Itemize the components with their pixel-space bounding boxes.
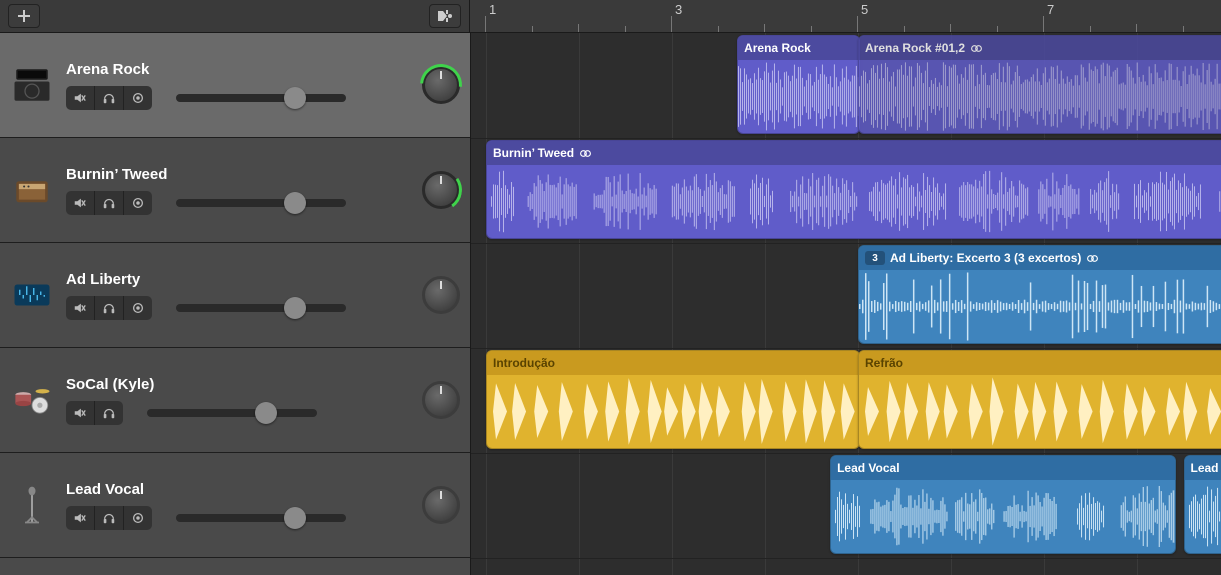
mute-button[interactable] bbox=[66, 296, 95, 320]
mute-button[interactable] bbox=[66, 86, 95, 110]
timeline-ruler[interactable]: 1 3 5 7 bbox=[470, 0, 1221, 32]
volume-slider[interactable] bbox=[176, 192, 346, 214]
headphones-button[interactable] bbox=[95, 506, 124, 530]
drums-icon bbox=[8, 376, 56, 424]
region-label: Lead bbox=[1191, 461, 1219, 475]
input-button[interactable] bbox=[124, 86, 152, 110]
timeline-area[interactable]: Arena Rock Arena Rock #01,2 Burnin’ Tweed 3… bbox=[471, 33, 1221, 575]
audio-region[interactable]: Introdução bbox=[486, 350, 860, 449]
ruler-bar-5: 5 bbox=[861, 2, 868, 17]
waveform bbox=[859, 270, 1221, 343]
audio-region[interactable]: 3 Ad Liberty: Excerto 3 (3 excertos) bbox=[858, 245, 1221, 344]
mic-icon bbox=[8, 481, 56, 529]
headphones-button[interactable] bbox=[95, 191, 124, 215]
tracks-panel: Arena Rock Burnin’ Tweed Ad Liberty SoCal (… bbox=[0, 33, 471, 575]
track-name[interactable]: Ad Liberty bbox=[66, 271, 412, 288]
mute-button[interactable] bbox=[66, 506, 95, 530]
audio-region[interactable]: Lead Vocal bbox=[830, 455, 1176, 554]
track-header[interactable]: Arena Rock bbox=[0, 33, 470, 138]
region-label: Arena Rock #01,2 bbox=[865, 41, 965, 55]
track-header[interactable]: SoCal (Kyle) bbox=[0, 348, 470, 453]
volume-slider[interactable] bbox=[176, 507, 346, 529]
waveform bbox=[738, 60, 859, 133]
headphones-button[interactable] bbox=[95, 296, 124, 320]
volume-slider[interactable] bbox=[176, 297, 346, 319]
ruler-bar-3: 3 bbox=[675, 2, 682, 17]
amp-small-icon bbox=[8, 166, 56, 214]
pan-knob[interactable] bbox=[422, 276, 460, 314]
track-name[interactable]: SoCal (Kyle) bbox=[66, 376, 412, 393]
track-name[interactable]: Lead Vocal bbox=[66, 481, 412, 498]
amp-large-icon bbox=[8, 61, 56, 109]
track-name[interactable]: Burnin’ Tweed bbox=[66, 166, 412, 183]
loop-icon bbox=[579, 147, 592, 160]
headphones-button[interactable] bbox=[95, 401, 123, 425]
region-label: Burnin’ Tweed bbox=[493, 146, 574, 160]
waveform bbox=[487, 375, 859, 448]
mute-button[interactable] bbox=[66, 191, 95, 215]
waveform bbox=[859, 375, 1221, 448]
pan-knob[interactable] bbox=[422, 66, 460, 104]
track-header[interactable]: Ad Liberty bbox=[0, 243, 470, 348]
volume-slider[interactable] bbox=[147, 402, 317, 424]
pan-knob[interactable] bbox=[422, 171, 460, 209]
waveform bbox=[487, 165, 1221, 238]
region-take-badge: 3 bbox=[865, 251, 885, 265]
region-label: Arena Rock bbox=[744, 41, 811, 55]
track-name[interactable]: Arena Rock bbox=[66, 61, 412, 78]
waveform bbox=[831, 480, 1175, 553]
audio-region[interactable]: Refrão bbox=[858, 350, 1221, 449]
ruler-bar-1: 1 bbox=[489, 2, 496, 17]
input-button[interactable] bbox=[124, 191, 152, 215]
waveform bbox=[859, 60, 1221, 133]
audio-region[interactable]: Lead bbox=[1184, 455, 1221, 554]
track-header[interactable]: Lead Vocal bbox=[0, 453, 470, 558]
waveform bbox=[1185, 480, 1221, 553]
mute-button[interactable] bbox=[66, 401, 95, 425]
volume-slider[interactable] bbox=[176, 87, 346, 109]
add-track-button[interactable] bbox=[8, 4, 40, 28]
library-filter-button[interactable] bbox=[429, 4, 461, 28]
loop-icon bbox=[970, 42, 983, 55]
audio-region[interactable]: Arena Rock #01,2 bbox=[858, 35, 1221, 134]
region-label: Ad Liberty: Excerto 3 (3 excertos) bbox=[890, 251, 1081, 265]
track-header[interactable]: Burnin’ Tweed bbox=[0, 138, 470, 243]
input-button[interactable] bbox=[124, 296, 152, 320]
audio-region[interactable]: Arena Rock bbox=[737, 35, 860, 134]
loop-icon bbox=[1086, 252, 1099, 265]
wave-icon bbox=[8, 271, 56, 319]
pan-knob[interactable] bbox=[422, 381, 460, 419]
region-label: Lead Vocal bbox=[837, 461, 899, 475]
ruler-bar-7: 7 bbox=[1047, 2, 1054, 17]
region-label: Introdução bbox=[493, 356, 555, 370]
audio-region[interactable]: Burnin’ Tweed bbox=[486, 140, 1221, 239]
headphones-button[interactable] bbox=[95, 86, 124, 110]
region-label: Refrão bbox=[865, 356, 903, 370]
input-button[interactable] bbox=[124, 506, 152, 530]
pan-knob[interactable] bbox=[422, 486, 460, 524]
